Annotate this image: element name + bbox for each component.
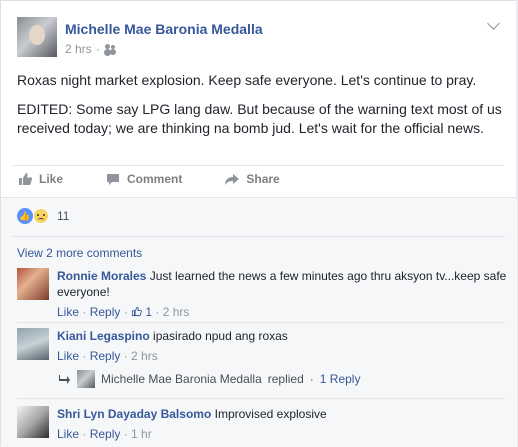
reply-verb: replied <box>267 372 304 386</box>
commenter-name[interactable]: Kiani Legaspino <box>57 329 150 343</box>
post-actions: Like Comment Share <box>17 171 322 187</box>
post-card: Michelle Mae Baronia Medalla 2 hrs · Rox… <box>0 0 517 447</box>
reply-author-name: Michelle Mae Baronia Medalla <box>101 372 262 386</box>
post-paragraph: EDITED: Some say LPG lang daw. But becau… <box>17 101 502 136</box>
like-reaction-icon: 👍 <box>17 208 33 224</box>
comment-like-count[interactable]: 1 <box>145 305 152 319</box>
comment-text: ipasirado npud ang roxas <box>153 329 288 343</box>
reply-summary[interactable]: Michelle Mae Baronia Medalla replied · 1… <box>59 370 360 388</box>
comment-time[interactable]: 2 hrs <box>131 349 158 363</box>
share-button[interactable]: Share <box>224 171 280 187</box>
comment-item: Shri Lyn Dayaday Balsomo Improvised expl… <box>17 406 507 442</box>
comment-time[interactable]: 2 hrs <box>163 305 190 319</box>
comment-meta: Like · Reply · 2 hrs <box>57 349 158 363</box>
post-timestamp[interactable]: 2 hrs <box>65 42 92 56</box>
reaction-count: 11 <box>57 209 70 223</box>
post-author[interactable]: Michelle Mae Baronia Medalla <box>65 21 263 37</box>
comment-reply-link[interactable]: Reply <box>90 427 121 441</box>
divider <box>17 322 505 323</box>
share-arrow-icon <box>225 174 240 185</box>
comment-meta: Like · Reply · 1 hr <box>57 427 152 441</box>
divider <box>13 236 505 237</box>
comment-like-link[interactable]: Like <box>57 349 79 363</box>
commenter-name[interactable]: Shri Lyn Dayaday Balsomo <box>57 407 211 421</box>
like-label: Like <box>39 172 64 186</box>
comment-reply-link[interactable]: Reply <box>90 305 121 319</box>
comment-text: Improvised explosive <box>214 407 327 421</box>
comment-icon <box>107 174 120 185</box>
reactions-summary[interactable]: 👍 11 <box>17 208 69 224</box>
friends-icon[interactable] <box>104 44 116 54</box>
reply-count-link[interactable]: 1 Reply <box>320 372 361 386</box>
comment-item: Kiani Legaspino ipasirado npud ang roxas… <box>17 328 507 364</box>
reply-author-avatar <box>77 370 95 388</box>
commenter-name[interactable]: Ronnie Morales <box>57 269 146 283</box>
reply-arrow-icon <box>59 375 70 384</box>
comment-item: Ronnie Morales Just learned the news a f… <box>17 268 507 320</box>
commenter-avatar[interactable] <box>17 406 49 438</box>
post-paragraph: Roxas night market explosion. Keep safe … <box>17 72 477 88</box>
author-avatar[interactable] <box>17 17 57 57</box>
comment-label: Comment <box>127 172 183 186</box>
thumbs-up-icon <box>131 306 142 317</box>
comment-button[interactable]: Comment <box>105 171 182 187</box>
comment-reply-link[interactable]: Reply <box>90 349 121 363</box>
commenter-avatar[interactable] <box>17 268 49 300</box>
like-button[interactable]: Like <box>17 171 63 187</box>
comment-like-link[interactable]: Like <box>57 427 79 441</box>
sad-reaction-icon <box>33 208 49 224</box>
post-meta: 2 hrs · <box>65 42 116 56</box>
view-more-comments-link[interactable]: View 2 more comments <box>17 246 142 260</box>
post-text: Roxas night market explosion. Keep safe … <box>17 71 511 148</box>
comment-like-link[interactable]: Like <box>57 305 79 319</box>
comment-meta: Like · Reply · 1 · 2 hrs <box>57 305 190 319</box>
divider <box>13 165 504 166</box>
chevron-down-icon[interactable] <box>487 17 500 30</box>
comments-section: 👍 11 View 2 more comments Ronnie Morales… <box>1 197 517 447</box>
commenter-avatar[interactable] <box>17 328 49 360</box>
divider <box>17 398 505 399</box>
comment-time[interactable]: 1 hr <box>131 427 152 441</box>
share-label: Share <box>246 172 280 186</box>
thumbs-up-icon <box>19 173 33 185</box>
